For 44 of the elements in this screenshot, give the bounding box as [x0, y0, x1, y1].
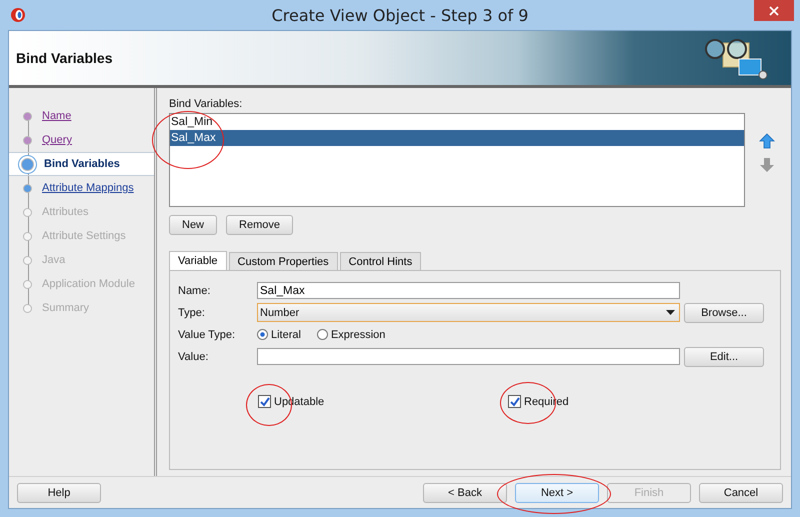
list-item[interactable]: Sal_Max	[170, 130, 744, 146]
step-dot-icon	[23, 232, 32, 240]
step-dot-icon	[23, 208, 32, 216]
type-dropdown[interactable]: Number	[257, 303, 680, 322]
tab[interactable]: Control Hints	[340, 252, 422, 270]
name-field[interactable]: Sal_Max	[257, 282, 680, 299]
caret-icon	[666, 310, 675, 315]
step-dot-icon	[23, 280, 32, 288]
field-label: Name:	[178, 284, 212, 296]
wizard-step[interactable]: Name	[9, 104, 154, 128]
field-label: Bind Variables:	[169, 98, 244, 110]
footer-button[interactable]: Next >	[515, 482, 599, 502]
step-dot-icon	[23, 112, 32, 120]
footer-button[interactable]: < Back	[423, 482, 507, 502]
arrow-up-icon[interactable]	[759, 133, 775, 149]
step-dot-icon	[23, 304, 32, 312]
radio-option[interactable]: Literal	[257, 328, 301, 340]
wizard-step[interactable]: Bind Variables	[9, 152, 154, 176]
footer-button[interactable]: Help	[17, 482, 101, 502]
app-logo-icon	[10, 7, 26, 23]
wizard-step[interactable]: Query	[9, 128, 154, 152]
radio-option[interactable]: Expression	[316, 328, 386, 340]
step-dot-icon	[23, 184, 32, 192]
list-item[interactable]: Sal_Min	[170, 114, 744, 130]
step-dot-icon	[23, 256, 32, 264]
annotation-ellipse	[152, 111, 224, 169]
wizard-step[interactable]: Attribute Mappings	[9, 176, 154, 200]
list-button[interactable]: Remove	[226, 215, 293, 235]
step-dot-icon	[23, 136, 32, 144]
edit-button[interactable]: Edit...	[684, 346, 764, 366]
list-button[interactable]: New	[169, 215, 218, 235]
value-field[interactable]	[257, 348, 680, 365]
field-label: Value Type:	[178, 328, 236, 340]
field-label: Value:	[178, 350, 210, 362]
tab[interactable]: Custom Properties	[228, 252, 338, 270]
browse-button[interactable]: Browse...	[684, 302, 764, 322]
page-title: Bind Variables	[16, 50, 112, 66]
step-dot-icon	[21, 158, 34, 170]
field-label: Type:	[178, 306, 206, 318]
tab[interactable]: Variable	[169, 251, 227, 270]
window-title: Create View Object - Step 3 of 9	[270, 6, 530, 24]
close-button[interactable]	[754, 0, 794, 21]
footer-button[interactable]: Cancel	[699, 482, 783, 502]
close-icon	[769, 6, 779, 16]
